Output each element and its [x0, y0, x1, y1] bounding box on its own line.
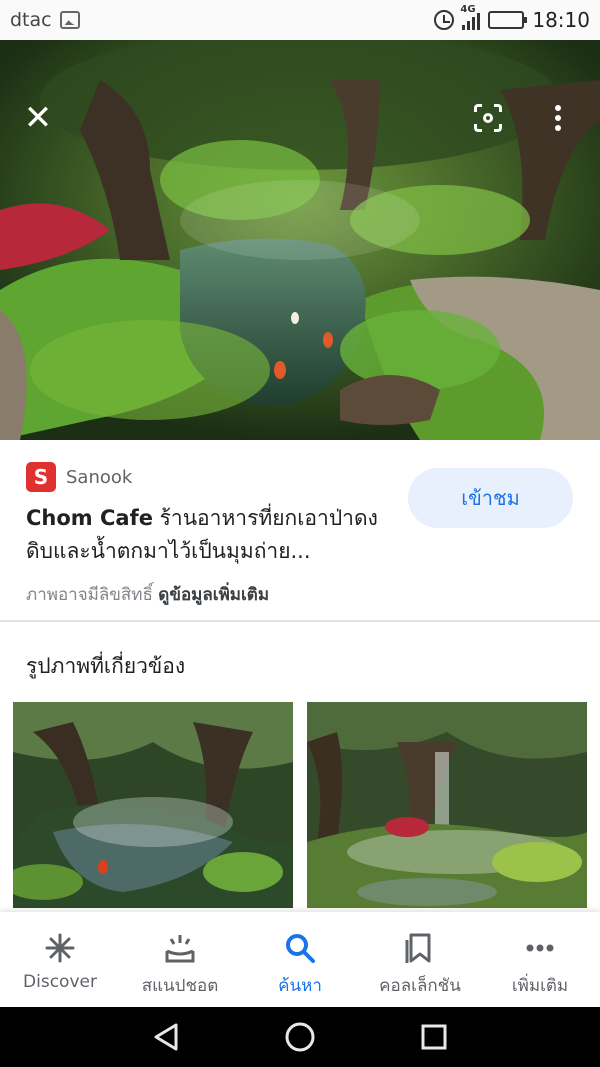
source-name[interactable]: Sanook: [66, 467, 132, 488]
battery-icon: [488, 11, 528, 29]
close-icon: ✕: [23, 98, 53, 138]
more-options-button[interactable]: [538, 98, 578, 138]
related-images-heading: รูปภาพที่เกี่ยวข้อง: [26, 654, 186, 678]
more-horiz-icon: [522, 930, 558, 966]
bottom-navigation: Discover สแนปชอต ค้นหา คอลเล็กชัน เพิ่มเ…: [0, 912, 600, 1007]
visit-button[interactable]: เข้าชม: [408, 468, 573, 528]
sanook-logo-icon: S: [26, 462, 56, 492]
nav-label: Discover: [23, 972, 97, 992]
gallery-notification-icon: [59, 11, 80, 29]
network-type: 4G: [460, 4, 476, 15]
image-title-bold: Chom Cafe: [26, 506, 153, 530]
nav-discover[interactable]: Discover: [0, 912, 120, 1007]
nav-label: เพิ่มเติม: [511, 976, 569, 996]
system-navigation-bar: [0, 1007, 600, 1067]
google-lens-button[interactable]: [468, 98, 508, 138]
copyright-notice: ภาพอาจมีลิขสิทธิ์ ดูข้อมูลเพิ่มเติม: [26, 581, 269, 608]
signal-icon: 4G: [460, 4, 481, 30]
garden-pond-image: [0, 40, 600, 440]
main-image[interactable]: ✕: [0, 40, 600, 440]
collections-icon: [402, 930, 438, 966]
google-lens-icon: [474, 104, 502, 132]
divider: [0, 620, 600, 622]
alarm-icon: [434, 10, 455, 30]
nav-label: สแนปชอต: [141, 976, 219, 996]
recent-apps-icon[interactable]: [418, 1021, 450, 1053]
back-icon[interactable]: [150, 1021, 182, 1053]
nav-label: ค้นหา: [278, 976, 322, 996]
snapshot-icon: [162, 930, 198, 966]
more-vert-icon: [555, 105, 561, 131]
search-icon: [282, 930, 318, 966]
copyright-text: ภาพอาจมีลิขสิทธิ์: [26, 585, 159, 605]
status-clock: 18:10: [532, 8, 590, 32]
close-button[interactable]: ✕: [18, 98, 58, 138]
more-info-link[interactable]: ดูข้อมูลเพิ่มเติม: [158, 585, 269, 605]
nav-more[interactable]: เพิ่มเติม: [480, 912, 600, 1007]
image-title[interactable]: Chom Cafe ร้านอาหารที่ยกเอาป่าดงดิบและน้…: [26, 502, 396, 568]
related-image-thumbnail[interactable]: [13, 702, 293, 908]
home-icon[interactable]: [284, 1021, 316, 1053]
nav-collections[interactable]: คอลเล็กชัน: [360, 912, 480, 1007]
status-bar: dtac 4G 18:10: [0, 0, 600, 40]
carrier-name: dtac: [10, 9, 52, 31]
asterisk-icon: [42, 930, 78, 966]
nav-label: คอลเล็กชัน: [379, 976, 461, 996]
related-image-thumbnail[interactable]: [307, 702, 587, 908]
nav-snapshot[interactable]: สแนปชอต: [120, 912, 240, 1007]
nav-search[interactable]: ค้นหา: [240, 912, 360, 1007]
